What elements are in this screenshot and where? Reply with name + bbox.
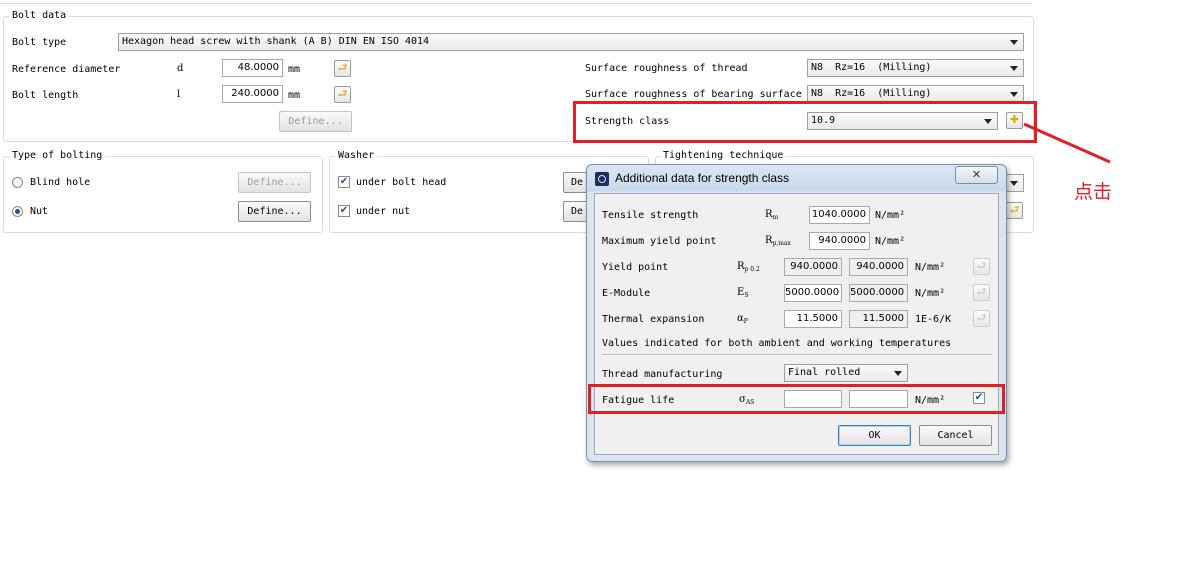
yield-point-label: Yield point bbox=[602, 262, 669, 273]
chevron-down-icon bbox=[1010, 40, 1018, 45]
surface-roughness-thread-select[interactable]: N8 Rz=16 (Milling) bbox=[807, 59, 1024, 77]
bolt-type-value: Hexagon head screw with shank (A B) DIN … bbox=[122, 36, 430, 47]
thermal-expansion-label: Thermal expansion bbox=[602, 314, 705, 325]
type-of-bolting-title: Type of bolting bbox=[9, 150, 106, 161]
yield-point-unit: N/mm² bbox=[915, 262, 946, 273]
thermal-expansion-input-2[interactable]: 11.5000 bbox=[849, 310, 908, 328]
dialog-title: Additional data for strength class bbox=[615, 171, 790, 185]
e-module-input-1[interactable]: 5000.0000 bbox=[784, 284, 842, 302]
nut-label: Nut bbox=[30, 206, 49, 217]
surface-roughness-thread-label: Surface roughness of thread bbox=[585, 63, 748, 74]
reference-diameter-symbol: d bbox=[177, 63, 184, 74]
yield-point-input-1[interactable]: 940.0000 bbox=[784, 258, 842, 276]
dialog-body: Tensile strength Rm 1040.0000 N/mm² Maxi… bbox=[594, 193, 999, 455]
bolt-length-return-icon[interactable]: ⮐ bbox=[334, 86, 351, 103]
yield-point-return-icon[interactable]: ⮐ bbox=[973, 258, 990, 275]
reference-diameter-label: Reference diameter bbox=[12, 64, 121, 75]
thread-manufacturing-value: Final rolled bbox=[788, 367, 861, 378]
tensile-strength-unit: N/mm² bbox=[875, 210, 906, 221]
tightening-technique-title: Tightening technique bbox=[660, 150, 787, 161]
yield-point-symbol: Rp 0.2 bbox=[737, 261, 760, 273]
bolt-data-title: Bolt data bbox=[9, 10, 70, 21]
thermal-expansion-return-icon[interactable]: ⮐ bbox=[973, 310, 990, 327]
max-yield-point-unit: N/mm² bbox=[875, 236, 906, 247]
thread-manufacturing-select[interactable]: Final rolled bbox=[784, 364, 908, 382]
thread-manufacturing-label: Thread manufacturing bbox=[602, 369, 723, 380]
annotation-arrow bbox=[1023, 122, 1111, 164]
blind-hole-label: Blind hole bbox=[30, 177, 91, 188]
reference-diameter-unit: mm bbox=[288, 64, 301, 75]
under-nut-label: under nut bbox=[356, 206, 411, 217]
bolt-define-button[interactable]: Define... bbox=[279, 111, 352, 132]
bolt-length-label: Bolt length bbox=[12, 90, 79, 101]
reference-diameter-return-icon[interactable]: ⮐ bbox=[334, 60, 351, 77]
nut-radio[interactable] bbox=[12, 206, 23, 217]
yield-point-input-2[interactable]: 940.0000 bbox=[849, 258, 908, 276]
fatigue-life-highlight bbox=[588, 384, 1005, 414]
under-bolt-head-label: under bolt head bbox=[356, 177, 447, 188]
thermal-expansion-unit: 1E-6/K bbox=[915, 314, 952, 325]
dialog-separator bbox=[602, 354, 992, 356]
tensile-strength-label: Tensile strength bbox=[602, 210, 699, 221]
temperature-note: Values indicated for both ambient and wo… bbox=[602, 338, 952, 349]
reference-diameter-input[interactable]: 48.0000 bbox=[222, 59, 283, 77]
e-module-unit: N/mm² bbox=[915, 288, 946, 299]
bolt-length-input[interactable]: 240.0000 bbox=[222, 85, 283, 103]
e-module-input-2[interactable]: 5000.0000 bbox=[849, 284, 908, 302]
chevron-down-icon bbox=[894, 371, 902, 376]
annotation-click-text: 点击 bbox=[1074, 181, 1113, 203]
strength-class-highlight bbox=[573, 101, 1037, 143]
under-bolt-head-checkbox[interactable]: ✔ bbox=[338, 176, 350, 188]
thermal-expansion-input-1[interactable]: 11.5000 bbox=[784, 310, 842, 328]
tightening-return-icon[interactable]: ⮐ bbox=[1006, 202, 1023, 219]
bolt-length-unit: mm bbox=[288, 90, 301, 101]
blind-hole-radio[interactable] bbox=[12, 177, 23, 188]
bolt-type-select[interactable]: Hexagon head screw with shank (A B) DIN … bbox=[118, 33, 1024, 51]
blind-hole-define-button[interactable]: Define... bbox=[238, 172, 311, 193]
max-yield-point-symbol: Rp,max bbox=[765, 235, 791, 247]
max-yield-point-input[interactable]: 940.0000 bbox=[809, 232, 870, 250]
e-module-label: E-Module bbox=[602, 288, 651, 299]
surface-roughness-bearing-value: N8 Rz=16 (Milling) bbox=[811, 88, 932, 99]
chevron-down-icon bbox=[1010, 92, 1018, 97]
washer-title: Washer bbox=[335, 150, 378, 161]
chevron-down-icon bbox=[1010, 181, 1018, 186]
thermal-expansion-symbol: αP bbox=[737, 313, 748, 325]
close-icon[interactable]: ✕ bbox=[955, 166, 998, 184]
nut-define-button[interactable]: Define... bbox=[238, 201, 311, 222]
surface-roughness-thread-value: N8 Rz=16 (Milling) bbox=[811, 62, 932, 73]
surface-roughness-bearing-label: Surface roughness of bearing surface bbox=[585, 89, 802, 100]
bolt-length-symbol: l bbox=[177, 89, 181, 100]
annotation-line bbox=[1023, 122, 1111, 164]
bolt-type-label: Bolt type bbox=[12, 37, 67, 48]
e-module-symbol: ES bbox=[737, 287, 749, 299]
tensile-strength-symbol: Rm bbox=[765, 209, 779, 221]
strength-class-dialog: Additional data for strength class ✕ Ten… bbox=[586, 164, 1007, 462]
tensile-strength-input[interactable]: 1040.0000 bbox=[809, 206, 870, 224]
chevron-down-icon bbox=[1010, 66, 1018, 71]
under-nut-checkbox[interactable]: ✔ bbox=[338, 205, 350, 217]
app-icon bbox=[595, 172, 609, 186]
e-module-return-icon[interactable]: ⮐ bbox=[973, 284, 990, 301]
cancel-button[interactable]: Cancel bbox=[919, 425, 992, 446]
ok-button[interactable]: OK bbox=[838, 425, 911, 446]
max-yield-point-label: Maximum yield point bbox=[602, 236, 717, 247]
top-edge-line bbox=[0, 0, 1032, 4]
